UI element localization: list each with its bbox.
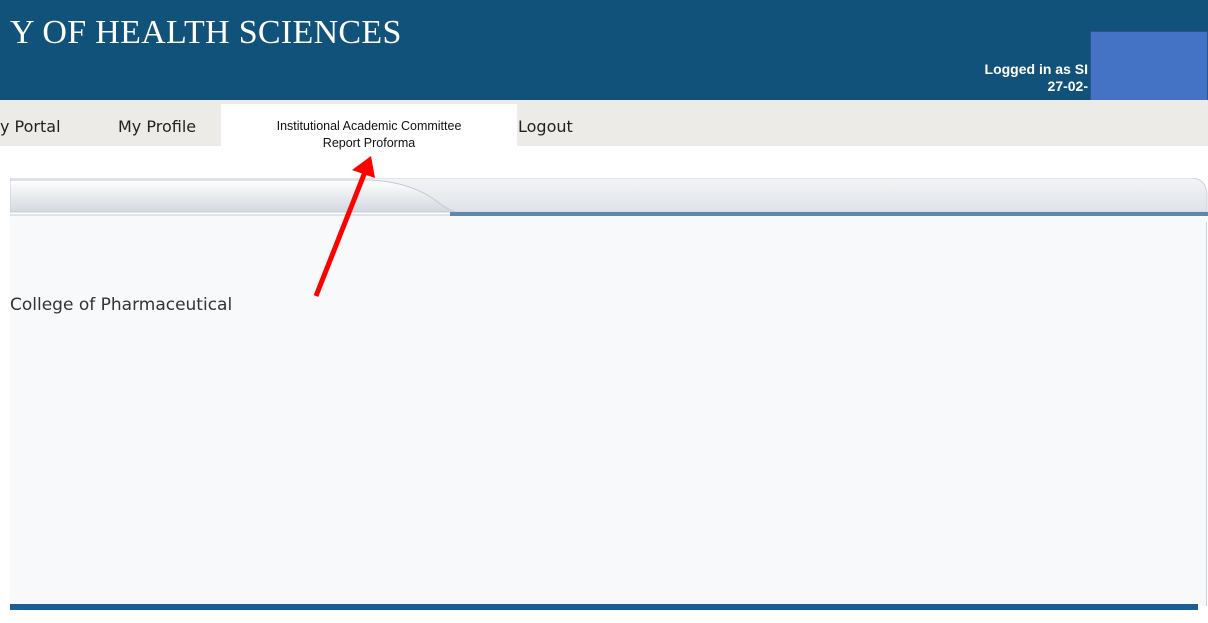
red-arrow-annotation: [313, 156, 375, 297]
